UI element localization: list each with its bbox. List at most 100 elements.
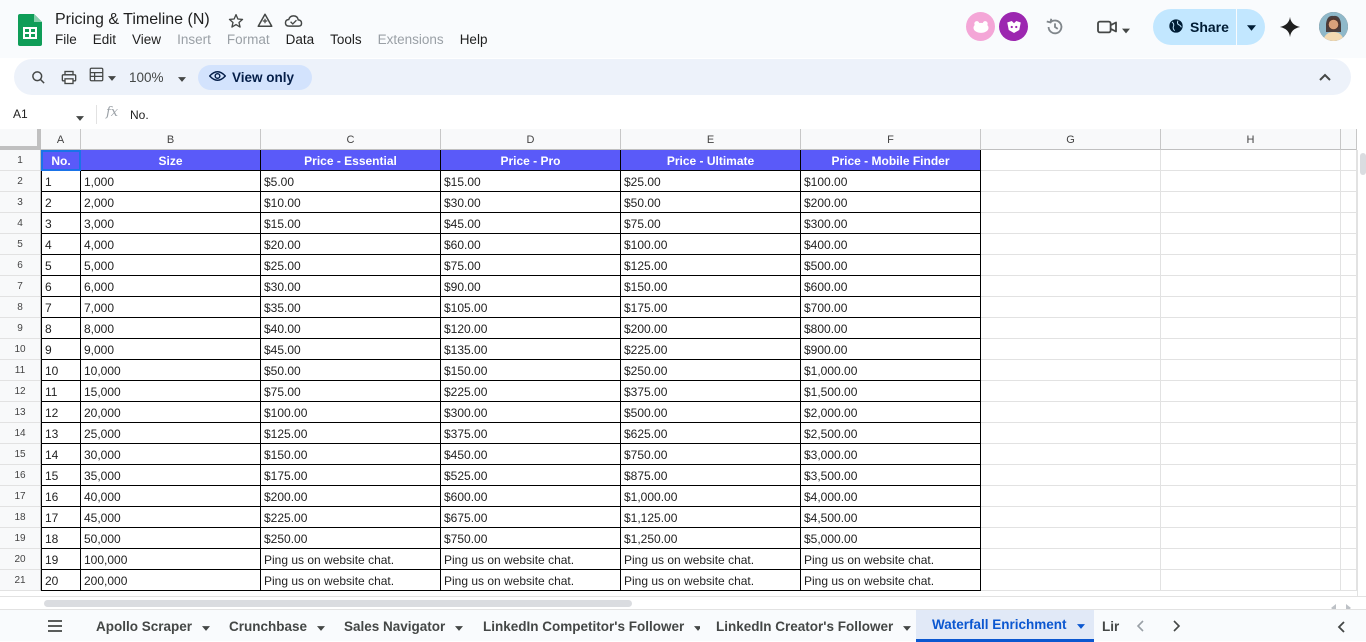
table-cell[interactable]: $50.00 — [261, 360, 441, 381]
row-number[interactable]: 4 — [0, 213, 41, 234]
table-cell[interactable]: $35.00 — [261, 297, 441, 318]
empty-cell[interactable] — [981, 465, 1161, 486]
empty-cell[interactable] — [981, 444, 1161, 465]
sheet-tab[interactable]: Sales Navigator — [328, 610, 467, 642]
table-cell[interactable]: $150.00 — [621, 276, 801, 297]
table-cell[interactable]: 100,000 — [81, 549, 261, 570]
empty-cell[interactable] — [981, 150, 1161, 171]
empty-cell[interactable] — [981, 402, 1161, 423]
table-cell[interactable]: Ping us on website chat. — [621, 570, 801, 591]
header-cell[interactable]: Price - Pro — [441, 150, 621, 171]
row-number[interactable]: 7 — [0, 276, 41, 297]
table-cell[interactable]: $225.00 — [261, 507, 441, 528]
vertical-scroll-thumb[interactable] — [1360, 153, 1366, 175]
row-number[interactable]: 9 — [0, 318, 41, 339]
empty-cell[interactable] — [1341, 360, 1357, 381]
empty-cell[interactable] — [1341, 192, 1357, 213]
row-number[interactable]: 12 — [0, 381, 41, 402]
empty-cell[interactable] — [981, 549, 1161, 570]
table-cell[interactable]: $525.00 — [441, 465, 621, 486]
empty-cell[interactable] — [981, 381, 1161, 402]
empty-cell[interactable] — [1161, 234, 1341, 255]
empty-cell[interactable] — [1341, 549, 1357, 570]
empty-cell[interactable] — [1341, 171, 1357, 192]
table-cell[interactable]: 9,000 — [81, 339, 261, 360]
sheet-tab[interactable]: Crunchbase — [213, 610, 329, 642]
search-menus-icon[interactable] — [31, 59, 46, 95]
column-header-b[interactable]: B — [81, 129, 261, 150]
table-cell[interactable]: 40,000 — [81, 486, 261, 507]
version-history-icon[interactable] — [1044, 16, 1066, 43]
table-cell[interactable]: 6 — [41, 276, 81, 297]
table-cell[interactable]: $800.00 — [801, 318, 981, 339]
spreadsheet-grid[interactable]: ABCDEFGH 1 No. Size Price - Essential Price … — [0, 129, 1357, 596]
empty-cell[interactable] — [1161, 465, 1341, 486]
sheet-tab[interactable]: Waterfall Enrichment — [916, 610, 1094, 642]
sheet-tab[interactable]: LinkedIn Competitor's Follower — [467, 610, 700, 642]
empty-cell[interactable] — [981, 213, 1161, 234]
table-cell[interactable]: $250.00 — [621, 360, 801, 381]
table-cell[interactable]: 18 — [41, 528, 81, 549]
table-cell[interactable]: 15,000 — [81, 381, 261, 402]
table-cell[interactable]: $45.00 — [441, 213, 621, 234]
table-cell[interactable]: $105.00 — [441, 297, 621, 318]
table-cell[interactable]: Ping us on website chat. — [441, 549, 621, 570]
row-number[interactable]: 2 — [0, 171, 41, 192]
empty-cell[interactable] — [1161, 255, 1341, 276]
empty-cell[interactable] — [1341, 423, 1357, 444]
row-number[interactable]: 13 — [0, 402, 41, 423]
row-number[interactable]: 1 — [0, 150, 41, 171]
table-cell[interactable]: 2 — [41, 192, 81, 213]
table-cell[interactable]: $625.00 — [621, 423, 801, 444]
column-header-d[interactable]: D — [441, 129, 621, 150]
empty-cell[interactable] — [981, 276, 1161, 297]
table-cell[interactable]: 200,000 — [81, 570, 261, 591]
table-cell[interactable]: 8,000 — [81, 318, 261, 339]
row-number[interactable]: 14 — [0, 423, 41, 444]
horizontal-scroll-thumb[interactable] — [44, 600, 632, 607]
empty-cell[interactable] — [1161, 444, 1341, 465]
table-cell[interactable]: 20,000 — [81, 402, 261, 423]
empty-cell[interactable] — [981, 507, 1161, 528]
table-cell[interactable]: $1,500.00 — [801, 381, 981, 402]
table-cell[interactable]: $600.00 — [441, 486, 621, 507]
table-cell[interactable]: $10.00 — [261, 192, 441, 213]
table-cell[interactable]: $750.00 — [441, 528, 621, 549]
column-header-e[interactable]: E — [621, 129, 801, 150]
row-number[interactable]: 20 — [0, 549, 41, 570]
table-cell[interactable]: $4,500.00 — [801, 507, 981, 528]
table-cell[interactable]: $1,125.00 — [621, 507, 801, 528]
table-cell[interactable]: $875.00 — [621, 465, 801, 486]
empty-cell[interactable] — [1161, 213, 1341, 234]
scroll-tabs-right-icon[interactable] — [1173, 619, 1181, 637]
table-cell[interactable]: $100.00 — [621, 234, 801, 255]
empty-cell[interactable] — [1341, 465, 1357, 486]
table-cell[interactable]: $5,000.00 — [801, 528, 981, 549]
all-sheets-menu-icon[interactable] — [47, 619, 63, 637]
table-cell[interactable]: $450.00 — [441, 444, 621, 465]
empty-cell[interactable] — [1341, 402, 1357, 423]
table-cell[interactable]: $50.00 — [621, 192, 801, 213]
table-cell[interactable]: $150.00 — [261, 444, 441, 465]
table-cell[interactable]: $200.00 — [801, 192, 981, 213]
table-cell[interactable]: $125.00 — [261, 423, 441, 444]
table-cell[interactable]: $150.00 — [441, 360, 621, 381]
table-cell[interactable]: 11 — [41, 381, 81, 402]
table-cell[interactable]: $400.00 — [801, 234, 981, 255]
header-cell[interactable]: Size — [81, 150, 261, 171]
table-cell[interactable]: $4,000.00 — [801, 486, 981, 507]
table-cell[interactable]: $900.00 — [801, 339, 981, 360]
empty-cell[interactable] — [1161, 528, 1341, 549]
formula-input[interactable]: No. — [130, 108, 149, 122]
table-cell[interactable]: 5,000 — [81, 255, 261, 276]
empty-cell[interactable] — [1341, 444, 1357, 465]
row-number[interactable]: 19 — [0, 528, 41, 549]
table-cell[interactable]: 35,000 — [81, 465, 261, 486]
row-number[interactable]: 17 — [0, 486, 41, 507]
table-cell[interactable]: $2,500.00 — [801, 423, 981, 444]
table-cell[interactable]: Ping us on website chat. — [261, 549, 441, 570]
table-cell[interactable]: $1,250.00 — [621, 528, 801, 549]
empty-cell[interactable] — [1341, 486, 1357, 507]
table-cell[interactable]: $90.00 — [441, 276, 621, 297]
empty-cell[interactable] — [1161, 192, 1341, 213]
